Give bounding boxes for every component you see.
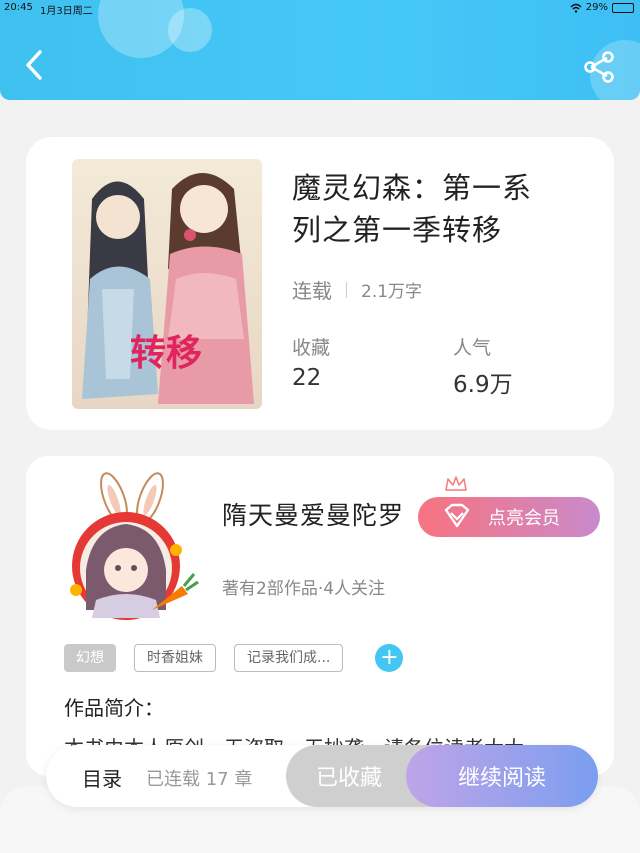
status-time: 20:45 [4, 2, 33, 13]
share-icon [584, 51, 614, 83]
chapter-count[interactable]: 已连载 17 章 [146, 765, 252, 791]
book-title-line2: 列之第一季转移 [292, 213, 503, 247]
tag-item[interactable]: 幻想 [64, 644, 116, 672]
popularity-value: 6.9万 [453, 372, 513, 398]
battery-icon [612, 2, 634, 13]
meta-divider [346, 281, 347, 298]
toc-button[interactable]: 目录 [82, 763, 122, 792]
diamond-icon [444, 503, 470, 528]
book-title-line1: 魔灵幻森：第一系 [292, 171, 533, 205]
author-name[interactable]: 隋天曼爱曼陀罗 [222, 496, 404, 532]
tag-item[interactable]: 记录我们成... [234, 644, 344, 672]
favorites-value: 22 [292, 365, 322, 391]
share-button[interactable] [582, 50, 616, 84]
continue-reading-label: 继续阅读 [457, 766, 546, 791]
wifi-icon [570, 3, 582, 13]
top-header: 20:45 1月3日周二 29% [0, 0, 640, 100]
add-tag-button[interactable]: + [375, 644, 404, 672]
popularity-label: 人气 [453, 337, 492, 359]
author-avatar[interactable] [56, 470, 206, 620]
back-button[interactable] [20, 48, 50, 82]
favorited-button-label: 已收藏 [315, 766, 382, 791]
cover-title-text: 转移 [130, 332, 202, 374]
book-meta: 连载 2.1万字 [292, 275, 422, 304]
continue-reading-button[interactable]: 继续阅读 [406, 745, 598, 807]
tag-list: 幻想 时香姐妹 记录我们成... + [64, 644, 404, 672]
tag-item[interactable]: 时香姐妹 [134, 644, 216, 672]
author-stats: 著有2部作品·4人关注 [222, 579, 386, 599]
battery-percent: 29% [585, 2, 608, 13]
book-cover-image[interactable]: 转移 [72, 159, 262, 409]
word-count: 2.1万字 [361, 282, 423, 302]
intro-label: 作品简介： [64, 696, 164, 720]
chevron-left-icon [26, 50, 42, 80]
favorites-label: 收藏 [292, 337, 331, 359]
bottom-action-bar: 目录 已连载 17 章 已收藏 继续阅读 [46, 745, 598, 807]
serial-status: 连载 [292, 279, 332, 303]
status-bar: 20:45 1月3日周二 29% [0, 0, 640, 18]
status-date: 1月3日周二 [40, 6, 93, 17]
book-info-card: 转移 魔灵幻森：第一系 列之第一季转移 连载 2.1万字 收藏 22 人气 6.… [26, 137, 614, 430]
status-right: 29% [570, 2, 634, 13]
author-card: 隋天曼爱曼陀罗 点亮会员 著有2部作品·4人关注 幻想 时香姐妹 记录我们成..… [26, 456, 614, 776]
crown-icon [445, 476, 467, 491]
vip-button-label: 点亮会员 [488, 508, 560, 529]
book-title: 魔灵幻森：第一系 列之第一季转移 [292, 167, 582, 251]
